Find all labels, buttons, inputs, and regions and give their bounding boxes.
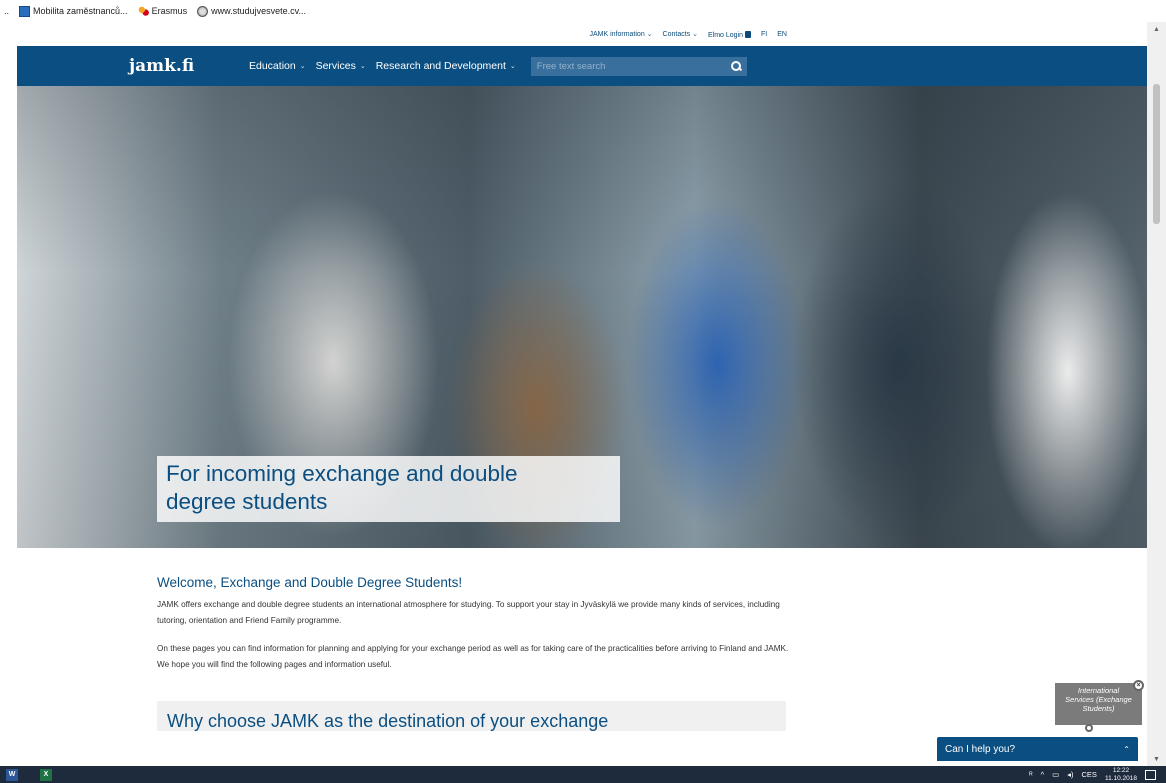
- notification-icon[interactable]: [1145, 769, 1156, 780]
- nav-research-and-development[interactable]: Research and Development ⌄: [376, 60, 516, 72]
- scrollbar-thumb[interactable]: [1153, 84, 1160, 224]
- chevron-down-icon: ⌄: [299, 63, 306, 70]
- system-tray: ᴿ ^ ▭ ◂) CES 12:22 11.10.2018: [1029, 767, 1166, 782]
- why-choose-jamk-heading: Why choose JAMK as the destination of yo…: [157, 701, 786, 731]
- hero-caption-line1: For incoming exchange and double: [166, 461, 518, 486]
- jamk-information-link[interactable]: JAMK information ⌄: [589, 30, 652, 38]
- bookmark-mobilita[interactable]: Mobilita zaměstnanců...: [19, 5, 128, 17]
- search-input[interactable]: [536, 60, 731, 72]
- chevron-up-icon[interactable]: ⌃: [1123, 745, 1130, 754]
- hero-caption: For incoming exchange and double degree …: [157, 456, 620, 522]
- network-icon[interactable]: ▭: [1052, 770, 1059, 779]
- people-icon[interactable]: ᴿ: [1029, 770, 1032, 779]
- chevron-down-icon: ⌄: [359, 63, 366, 70]
- language-en-link[interactable]: EN: [777, 31, 787, 38]
- clock[interactable]: 12:22 11.10.2018: [1105, 767, 1137, 782]
- close-icon[interactable]: ×: [1133, 680, 1144, 691]
- input-language[interactable]: CES: [1082, 770, 1097, 779]
- chat-bar-label: Can I help you?: [945, 743, 1016, 755]
- lock-icon: [745, 30, 752, 38]
- site-logo[interactable]: jamk.fi: [129, 56, 239, 76]
- chat-bar[interactable]: Can I help you? ⌃: [937, 737, 1138, 761]
- volume-icon[interactable]: ◂): [1067, 770, 1073, 779]
- contacts-link[interactable]: Contacts ⌄: [663, 30, 698, 38]
- bookmark-studujvesvete[interactable]: www.studujvesvete.cv...: [197, 5, 306, 17]
- clock-date: 11.10.2018: [1104, 774, 1137, 782]
- excel-app-icon[interactable]: X: [40, 768, 52, 781]
- chevron-down-icon: ⌄: [509, 63, 516, 70]
- globe-icon: [197, 5, 209, 17]
- main-navbar: jamk.fi Education ⌄ Services ⌄ Research an…: [17, 46, 1147, 86]
- hero-caption-line2: degree students: [166, 489, 328, 514]
- chevron-up-icon[interactable]: ^: [1041, 770, 1045, 779]
- hero-image: For incoming exchange and double degree …: [17, 86, 1147, 548]
- bookmark-label: Erasmus: [151, 6, 188, 16]
- info-paragraph: On these pages you can find information …: [157, 644, 789, 669]
- nav-services[interactable]: Services ⌄: [316, 60, 366, 72]
- windows-taskbar: W X ᴿ ^ ▭ ◂) CES 12:22 11.10.2018: [0, 766, 1166, 783]
- bookmarks-bar: .. Mobilita zaměstnanců... Erasmus www.s…: [0, 0, 1166, 22]
- bookmark-label: Mobilita zaměstnanců...: [33, 6, 128, 16]
- bookmark-erasmus[interactable]: Erasmus: [137, 5, 188, 17]
- chat-bubble-pointer: [1085, 724, 1093, 732]
- bookmarks-overflow[interactable]: ..: [4, 6, 9, 16]
- word-app-icon[interactable]: W: [6, 768, 18, 781]
- page-viewport: JAMK information ⌄ Contacts ⌄ Elmo Login…: [17, 22, 1147, 766]
- chevron-down-icon: ⌄: [692, 31, 698, 38]
- chat-bubble[interactable]: International Services (Exchange Student…: [1055, 683, 1142, 725]
- main-content: Welcome, Exchange and Double Degree Stud…: [17, 548, 817, 731]
- bookmark-label: www.studujvesvete.cv...: [211, 6, 306, 16]
- document-icon: [19, 5, 31, 17]
- clock-time: 12:22: [1112, 767, 1130, 774]
- utility-nav: JAMK information ⌄ Contacts ⌄ Elmo Login…: [17, 22, 1147, 46]
- search-box: [530, 56, 747, 76]
- welcome-heading: Welcome, Exchange and Double Degree Stud…: [157, 575, 463, 590]
- scroll-up-arrow-icon[interactable]: ▲: [1147, 22, 1166, 36]
- nav-education[interactable]: Education ⌄: [249, 60, 306, 72]
- elmo-login-link[interactable]: Elmo Login: [708, 30, 752, 39]
- search-icon[interactable]: [730, 61, 741, 71]
- people-icon: [137, 5, 149, 17]
- scroll-down-arrow-icon[interactable]: ▼: [1147, 752, 1166, 766]
- language-fi-link[interactable]: FI: [761, 31, 767, 38]
- chevron-down-icon: ⌄: [646, 31, 653, 38]
- page-scrollbar[interactable]: ▲ ▼: [1147, 22, 1166, 766]
- intro-paragraph: JAMK offers exchange and double degree s…: [157, 600, 780, 625]
